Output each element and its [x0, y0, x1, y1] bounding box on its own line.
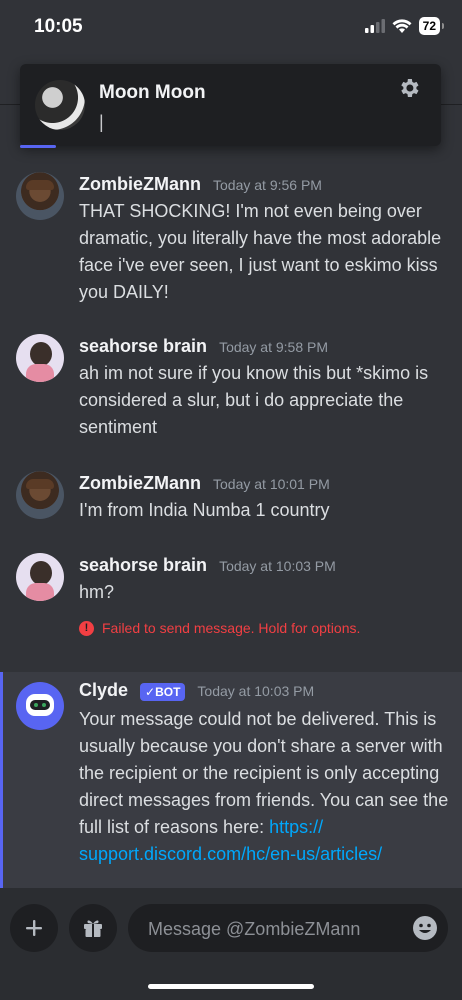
- message-header: ZombieZMann Today at 10:01 PM: [79, 473, 330, 494]
- author-name[interactable]: seahorse brain: [79, 555, 207, 576]
- message-header: seahorse brain Today at 10:03 PM: [79, 555, 336, 576]
- failed-send-notice[interactable]: ! Failed to send message. Hold for optio…: [79, 620, 360, 636]
- popup-indicator: [20, 145, 56, 148]
- status-icons: 72: [364, 17, 445, 35]
- robot-eye-right: [42, 703, 46, 707]
- message-text: Your message could not be delivered. Thi…: [79, 706, 449, 868]
- profile-name: Moon Moon: [99, 82, 206, 103]
- message-input[interactable]: [146, 904, 390, 954]
- timestamp: Today at 10:01 PM: [213, 476, 330, 492]
- avatar[interactable]: [16, 172, 64, 220]
- status-time: 10:05: [34, 16, 83, 37]
- signal-icon: [364, 19, 385, 33]
- error-icon: !: [79, 620, 94, 636]
- avatar[interactable]: [16, 334, 64, 382]
- author-name[interactable]: ZombieZMann: [79, 473, 201, 494]
- plus-icon: [26, 920, 42, 936]
- avatar[interactable]: [16, 471, 64, 519]
- avatar[interactable]: [16, 553, 64, 601]
- message-header: Clyde ✓BOT Today at 10:03 PM: [79, 680, 314, 701]
- add-attachment-button[interactable]: [10, 904, 58, 952]
- profile-popup[interactable]: Moon Moon |: [20, 64, 441, 146]
- message-input-container[interactable]: [128, 904, 448, 954]
- author-name[interactable]: Clyde: [79, 680, 128, 701]
- status-bar: 10:05 72: [0, 0, 462, 56]
- clyde-message[interactable]: Clyde ✓BOT Today at 10:03 PM Your messag…: [0, 672, 462, 890]
- timestamp: Today at 9:58 PM: [219, 339, 329, 355]
- emoji-icon[interactable]: [412, 915, 438, 941]
- home-indicator[interactable]: [148, 984, 314, 989]
- message-text: THAT SHOCKING! I'm not even being over d…: [79, 201, 442, 302]
- wifi-icon: [392, 18, 412, 33]
- timestamp: Today at 10:03 PM: [219, 558, 336, 574]
- gear-icon[interactable]: [397, 76, 421, 100]
- robot-eye-left: [34, 703, 38, 707]
- message-text: hm?: [79, 582, 115, 602]
- avatar[interactable]: [35, 80, 85, 130]
- failed-send-text: Failed to send message. Hold for options…: [102, 620, 361, 636]
- message-text: ah im not sure if you know this but *ski…: [79, 363, 429, 437]
- robot-icon: [26, 694, 54, 716]
- author-name[interactable]: ZombieZMann: [79, 174, 201, 195]
- timestamp: Today at 10:03 PM: [197, 683, 315, 699]
- timestamp: Today at 9:56 PM: [213, 177, 322, 193]
- bot-badge: ✓BOT: [140, 683, 186, 701]
- message-header: seahorse brain Today at 9:58 PM: [79, 336, 328, 357]
- clyde-text: Your message could not be delivered. Thi…: [79, 709, 449, 837]
- avatar[interactable]: [16, 682, 64, 730]
- gift-button[interactable]: [69, 904, 117, 952]
- message-text: I'm from India Numba 1 country: [79, 500, 330, 520]
- author-name[interactable]: seahorse brain: [79, 336, 207, 357]
- text-cursor: |: [99, 112, 104, 132]
- gift-icon: [84, 920, 102, 937]
- message-header: ZombieZMann Today at 9:56 PM: [79, 174, 322, 195]
- battery-icon: 72: [418, 17, 445, 35]
